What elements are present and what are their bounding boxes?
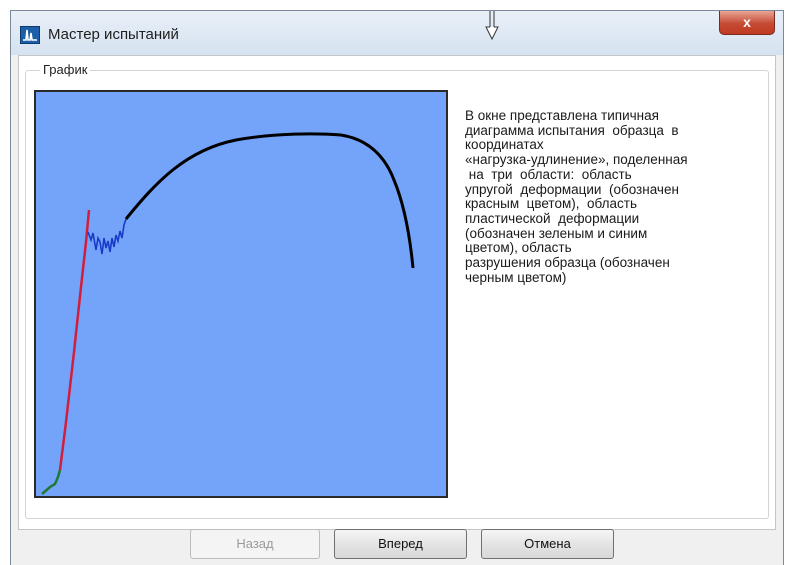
elastic-region-red-curve <box>58 209 91 471</box>
window-title: Мастер испытаний <box>48 26 179 43</box>
plastic-region-blue-curve <box>87 218 127 255</box>
close-icon: x <box>743 14 751 30</box>
title-bar: Мастер испытаний x <box>11 11 783 55</box>
app-logo-icon <box>20 26 40 44</box>
load-elongation-curve <box>41 132 415 495</box>
fracture-region-black-curve <box>124 132 415 269</box>
test-diagram-plot <box>34 90 448 498</box>
plastic-region-green-curve <box>41 469 62 495</box>
dialog-window: Мастер испытаний x График В окне предста… <box>10 10 784 565</box>
description-text: В окне представлена типичная диаграмма и… <box>465 108 688 285</box>
cursor-arrow-icon <box>484 11 500 48</box>
next-button[interactable]: Вперед <box>334 529 467 559</box>
back-button[interactable]: Назад <box>190 529 320 559</box>
graph-group-label: График <box>40 62 91 77</box>
close-button[interactable]: x <box>719 11 775 35</box>
client-area: График В окне представлена типичная диаг… <box>18 55 776 530</box>
cancel-button[interactable]: Отмена <box>481 529 614 559</box>
